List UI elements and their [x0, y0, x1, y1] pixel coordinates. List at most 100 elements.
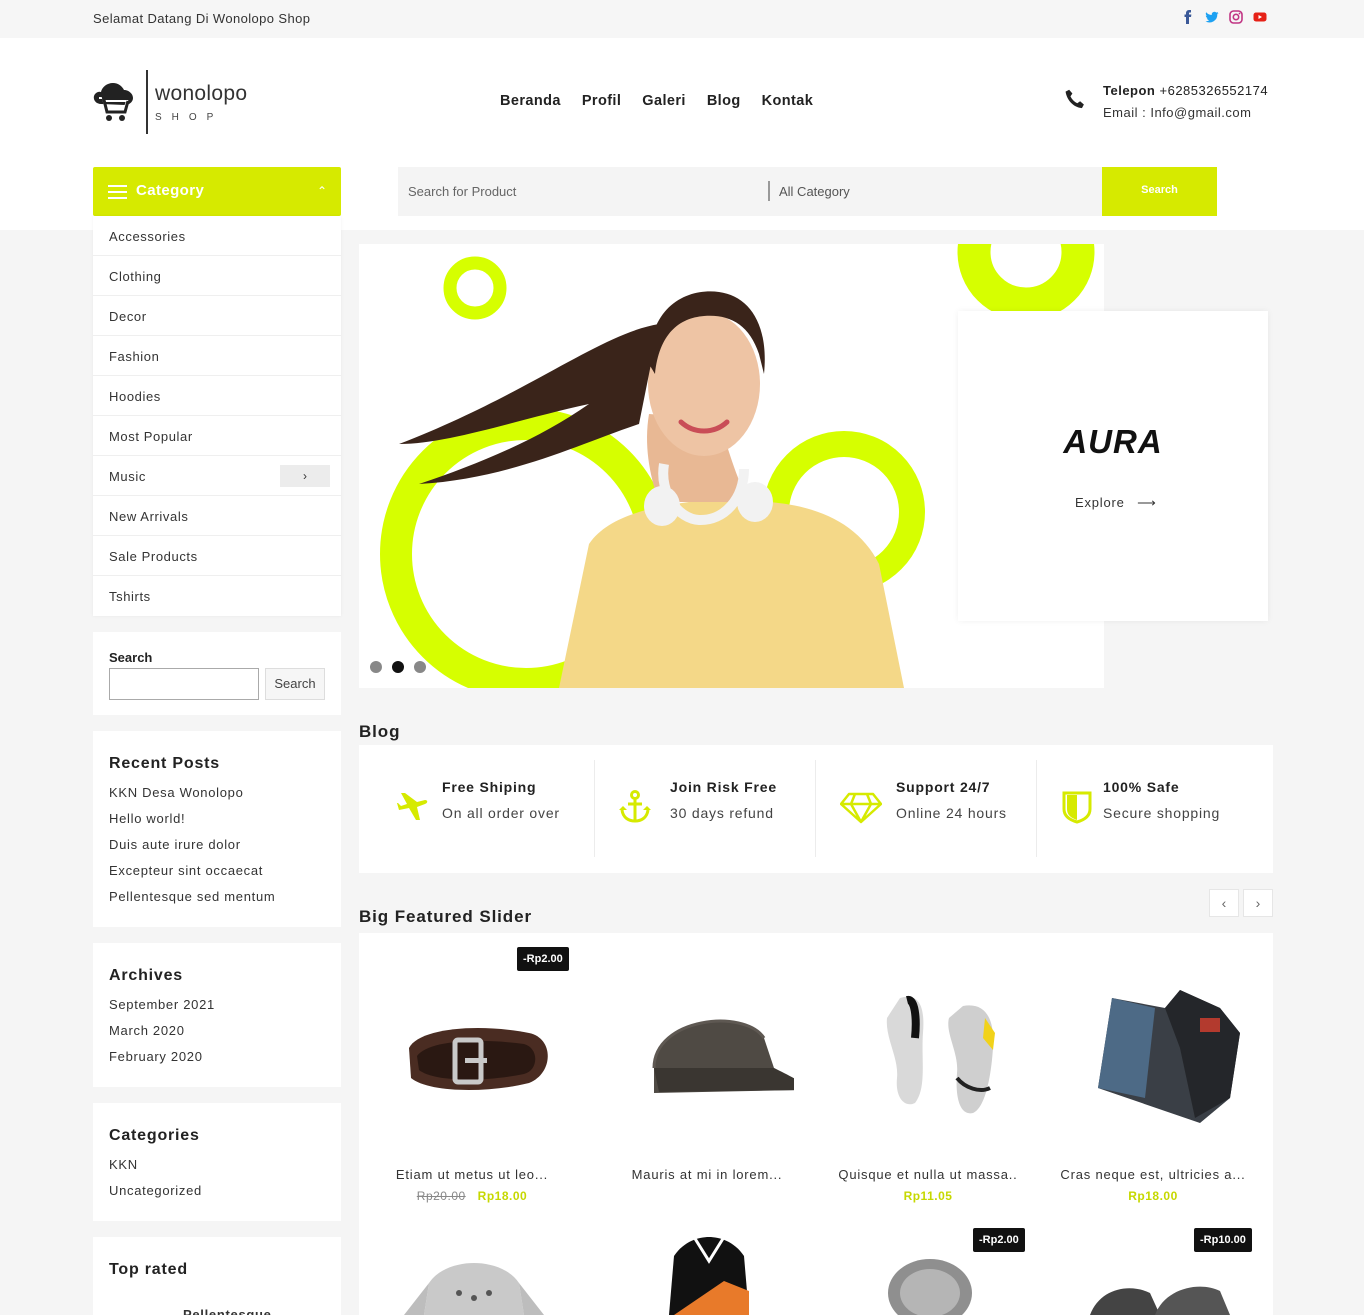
- search-widget-button[interactable]: Search: [265, 668, 325, 700]
- category-item[interactable]: Music ›: [93, 456, 341, 496]
- category-item[interactable]: Sale Products: [93, 536, 341, 576]
- category-item[interactable]: Decor: [93, 296, 341, 336]
- product-search-bar: Search for Product All Category Search: [398, 167, 1217, 216]
- product-card[interactable]: Mauris at mi in lorem...: [594, 933, 820, 1213]
- product-card[interactable]: [359, 1223, 585, 1315]
- logo-wordmark: wonolopo: [155, 82, 248, 105]
- archive-link[interactable]: February 2020: [109, 1049, 203, 1064]
- recent-post-link[interactable]: Pellentesque sed mentum: [109, 889, 275, 904]
- carousel-prev-button[interactable]: ‹: [1209, 889, 1239, 917]
- product-card[interactable]: -Rp2.00 Etiam ut metus ut leo... Rp20.00…: [359, 933, 585, 1213]
- logo-divider: [146, 70, 148, 134]
- product-name[interactable]: Mauris at mi in lorem...: [594, 1167, 820, 1182]
- submenu-expand-button[interactable]: ›: [280, 465, 330, 487]
- product-image-jeans: [1098, 990, 1240, 1123]
- top-bar: Selamat Datang Di Wonolopo Shop: [0, 0, 1364, 38]
- category-item[interactable]: Clothing: [93, 256, 341, 296]
- slider-dot[interactable]: [414, 661, 426, 673]
- carousel-next-button[interactable]: ›: [1243, 889, 1273, 917]
- feature-title: Support 24/7: [896, 779, 991, 795]
- recent-post-link[interactable]: Excepteur sint occaecat: [109, 863, 263, 878]
- categories-title: Categories: [109, 1127, 200, 1144]
- recent-post-link[interactable]: KKN Desa Wonolopo: [109, 785, 244, 800]
- sale-price: Rp18.00: [1128, 1189, 1178, 1203]
- product-card[interactable]: Quisque et nulla ut massa.. Rp11.05: [815, 933, 1041, 1213]
- sale-price: Rp18.00: [477, 1189, 528, 1203]
- search-widget: Search Search: [93, 632, 341, 715]
- phone-icon: [1065, 89, 1084, 109]
- search-divider: [768, 181, 770, 201]
- category-menu-header[interactable]: Category ⌃: [93, 167, 341, 216]
- recent-post-link[interactable]: Duis aute irure dolor: [109, 837, 241, 852]
- product-price: Rp20.00 Rp18.00: [359, 1189, 585, 1203]
- product-image-polo: [669, 1236, 749, 1315]
- category-item[interactable]: Fashion: [93, 336, 341, 376]
- product-card[interactable]: -Rp2.00: [815, 1223, 1041, 1315]
- archive-link[interactable]: March 2020: [109, 1023, 185, 1038]
- twitter-icon[interactable]: [1205, 10, 1219, 24]
- category-menu-title: Category: [136, 182, 205, 199]
- search-widget-input[interactable]: [109, 668, 259, 700]
- archives-title: Archives: [109, 967, 183, 984]
- category-item-label: Fashion: [109, 349, 160, 364]
- category-item[interactable]: Hoodies: [93, 376, 341, 416]
- feature-divider: [594, 760, 595, 857]
- product-card[interactable]: Cras neque est, ultricies a... Rp18.00: [1040, 933, 1266, 1213]
- product-image-sneakers: [886, 996, 995, 1114]
- chevron-up-icon: ⌃: [317, 184, 328, 198]
- nav-beranda[interactable]: Beranda: [500, 93, 561, 109]
- nav-galeri[interactable]: Galeri: [642, 93, 686, 109]
- feature-divider: [815, 760, 816, 857]
- category-item-label: Music: [109, 469, 146, 484]
- archives-widget: Archives September 2021 March 2020 Febru…: [93, 943, 341, 1087]
- facebook-icon[interactable]: [1181, 10, 1195, 24]
- category-item[interactable]: New Arrivals: [93, 496, 341, 536]
- instagram-icon[interactable]: [1229, 10, 1243, 24]
- phone-number[interactable]: +6285326552174: [1160, 83, 1269, 98]
- category-link[interactable]: KKN: [109, 1157, 138, 1172]
- category-link[interactable]: Uncategorized: [109, 1183, 202, 1198]
- category-list: Accessories Clothing Decor Fashion Hoodi…: [93, 216, 341, 616]
- feature-item: Free Shiping On all order over: [397, 745, 597, 873]
- explore-link[interactable]: Explore ⟶: [1075, 495, 1157, 511]
- discount-badge: -Rp10.00: [1194, 1228, 1252, 1252]
- category-item-label: Most Popular: [109, 429, 193, 444]
- slider-dot[interactable]: [370, 661, 382, 673]
- top-rated-item[interactable]: Pellentesque: [183, 1307, 272, 1315]
- category-item[interactable]: Tshirts: [93, 576, 341, 616]
- top-rated-title: Top rated: [109, 1261, 188, 1278]
- email-line[interactable]: Email : Info@gmail.com: [1103, 105, 1251, 120]
- top-rated-widget: Top rated Pellentesque: [93, 1237, 341, 1315]
- recent-post-link[interactable]: Hello world!: [109, 811, 185, 826]
- product-search-input[interactable]: Search for Product: [408, 184, 516, 199]
- site-logo[interactable]: wonolopo SHOP: [93, 68, 253, 138]
- slider-dot-active[interactable]: [392, 661, 404, 673]
- category-item-label: Clothing: [109, 269, 162, 284]
- archive-link[interactable]: September 2021: [109, 997, 215, 1012]
- nav-profil[interactable]: Profil: [582, 93, 621, 109]
- hamburger-icon: [108, 185, 127, 199]
- category-item[interactable]: Most Popular: [93, 416, 341, 456]
- search-widget-label: Search: [109, 650, 153, 665]
- category-item-label: Hoodies: [109, 389, 161, 404]
- search-button[interactable]: Search: [1102, 167, 1217, 216]
- product-name[interactable]: Quisque et nulla ut massa..: [815, 1167, 1041, 1182]
- social-links: [1181, 10, 1267, 24]
- feature-title: Free Shiping: [442, 779, 537, 795]
- product-image-cap: [652, 1019, 794, 1093]
- features-strip: Free Shiping On all order over Join Risk…: [359, 745, 1273, 873]
- product-card[interactable]: -Rp10.00: [1040, 1223, 1266, 1315]
- category-select[interactable]: All Category: [779, 184, 850, 199]
- shield-icon: [1062, 791, 1092, 824]
- product-image-belt: [409, 1028, 548, 1090]
- youtube-icon[interactable]: [1253, 10, 1267, 24]
- phone-label: Telepon: [1103, 83, 1156, 98]
- nav-kontak[interactable]: Kontak: [762, 93, 814, 109]
- product-name[interactable]: Etiam ut metus ut leo...: [359, 1167, 585, 1182]
- product-name[interactable]: Cras neque est, ultricies a...: [1040, 1167, 1266, 1182]
- category-item[interactable]: Accessories: [93, 216, 341, 256]
- product-card[interactable]: [594, 1223, 820, 1315]
- welcome-text: Selamat Datang Di Wonolopo Shop: [93, 11, 311, 26]
- explore-label: Explore: [1075, 495, 1125, 510]
- nav-blog[interactable]: Blog: [707, 93, 741, 109]
